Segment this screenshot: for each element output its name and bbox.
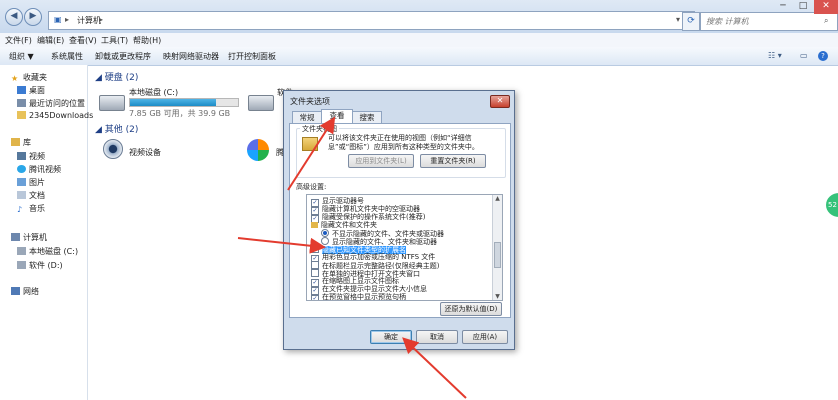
annotation-arrows — [237, 116, 467, 399]
arrow-to-ok-button — [402, 337, 467, 399]
arrow-to-view-tab — [287, 116, 336, 191]
arrow-to-hide-extensions — [237, 237, 326, 254]
